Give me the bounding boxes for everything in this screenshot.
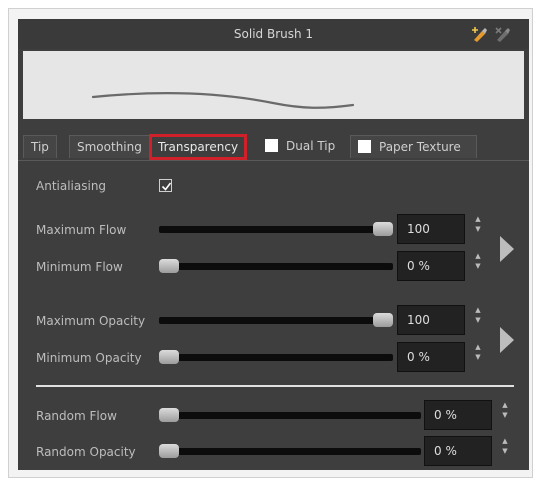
antialiasing-checkbox[interactable] bbox=[159, 179, 172, 192]
tab-transparency[interactable]: Transparency bbox=[149, 134, 248, 160]
tab-label: Dual Tip bbox=[286, 139, 336, 153]
dual-tip-checkbox[interactable] bbox=[265, 138, 278, 152]
random-opacity-label: Random Opacity bbox=[36, 445, 136, 459]
maximum-opacity-stepper[interactable]: ▲ ▼ bbox=[473, 305, 483, 335]
minimum-flow-slider-thumb[interactable] bbox=[159, 259, 179, 273]
transparency-tab-content: Antialiasing Maximum Flow 100 ▲ ▼ Minimum… bbox=[18, 160, 529, 470]
panel-header: Solid Brush 1 bbox=[18, 19, 529, 49]
random-flow-slider[interactable] bbox=[159, 408, 421, 422]
random-flow-field[interactable]: 0 % bbox=[424, 400, 492, 430]
tab-dual-tip[interactable]: Dual Tip bbox=[258, 135, 342, 158]
random-flow-slider-thumb[interactable] bbox=[159, 408, 179, 422]
brush-properties-panel: Solid Brush 1 Tip Smoothing Transparency… bbox=[18, 19, 529, 470]
tab-paper-texture[interactable]: Paper Texture bbox=[350, 135, 477, 158]
random-opacity-stepper[interactable]: ▲ ▼ bbox=[500, 436, 510, 466]
stroke-preview bbox=[23, 51, 524, 119]
opacity-expand-arrow-icon[interactable] bbox=[500, 327, 514, 353]
minimum-opacity-slider[interactable] bbox=[159, 350, 393, 364]
maximum-opacity-slider-thumb[interactable] bbox=[373, 313, 393, 327]
maximum-flow-label: Maximum Flow bbox=[36, 223, 127, 237]
panel-title: Solid Brush 1 bbox=[233, 27, 314, 41]
brush-add-icon[interactable] bbox=[471, 26, 489, 42]
tab-smoothing[interactable]: Smoothing bbox=[69, 135, 150, 158]
flow-expand-arrow-icon[interactable] bbox=[500, 236, 514, 262]
random-opacity-slider[interactable] bbox=[159, 444, 421, 458]
tab-label: Tip bbox=[31, 140, 49, 154]
maximum-opacity-label: Maximum Opacity bbox=[36, 314, 146, 328]
tab-label: Paper Texture bbox=[379, 140, 461, 154]
checkmark-icon bbox=[161, 182, 172, 191]
tab-label: Smoothing bbox=[77, 140, 142, 154]
minimum-flow-slider[interactable] bbox=[159, 259, 393, 273]
section-divider bbox=[36, 385, 514, 387]
brush-delete-icon[interactable] bbox=[494, 26, 512, 42]
tab-bar: Tip Smoothing Transparency Dual Tip Pape… bbox=[18, 132, 529, 160]
minimum-opacity-stepper[interactable]: ▲ ▼ bbox=[473, 342, 483, 372]
minimum-opacity-field[interactable]: 0 % bbox=[397, 342, 465, 372]
antialiasing-label: Antialiasing bbox=[36, 179, 107, 193]
tab-label: Transparency bbox=[158, 140, 239, 154]
maximum-opacity-slider[interactable] bbox=[159, 313, 393, 327]
maximum-flow-field[interactable]: 100 bbox=[397, 214, 465, 244]
maximum-opacity-field[interactable]: 100 bbox=[397, 305, 465, 335]
maximum-flow-slider[interactable] bbox=[159, 222, 393, 236]
random-flow-stepper[interactable]: ▲ ▼ bbox=[500, 400, 510, 430]
minimum-flow-field[interactable]: 0 % bbox=[397, 251, 465, 281]
minimum-opacity-label: Minimum Opacity bbox=[36, 351, 142, 365]
random-flow-label: Random Flow bbox=[36, 409, 117, 423]
paper-texture-checkbox[interactable] bbox=[358, 139, 371, 153]
minimum-opacity-slider-thumb[interactable] bbox=[159, 350, 179, 364]
random-opacity-slider-thumb[interactable] bbox=[159, 444, 179, 458]
minimum-flow-label: Minimum Flow bbox=[36, 260, 123, 274]
maximum-flow-stepper[interactable]: ▲ ▼ bbox=[473, 214, 483, 244]
maximum-flow-slider-thumb[interactable] bbox=[373, 222, 393, 236]
minimum-flow-stepper[interactable]: ▲ ▼ bbox=[473, 251, 483, 281]
random-opacity-field[interactable]: 0 % bbox=[424, 436, 492, 466]
tab-tip[interactable]: Tip bbox=[23, 135, 57, 158]
